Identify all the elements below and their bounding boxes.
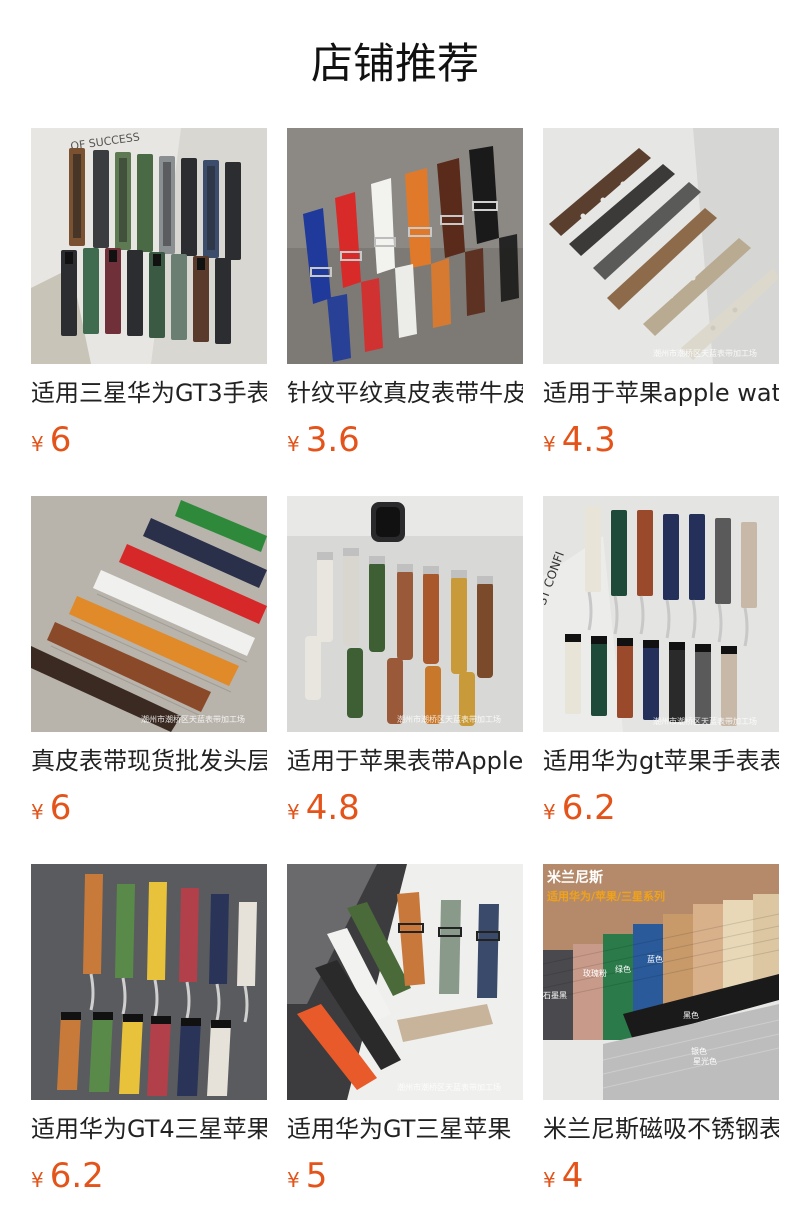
product-card[interactable]: 针纹平纹真皮表带牛皮 ¥3.6 [287, 128, 523, 464]
product-price: ¥5 [287, 1156, 523, 1196]
product-price: ¥3.6 [287, 420, 523, 460]
mesh-label: 银色 [691, 1046, 707, 1056]
product-price: ¥6.2 [31, 1156, 267, 1196]
watermark-text: 潮州市潮桥区天蓝表带加工场 [397, 714, 501, 724]
product-image[interactable] [287, 128, 523, 364]
watermark-text: 潮州市潮桥区天蓝表带加工场 [141, 714, 245, 724]
product-price: ¥6 [31, 420, 267, 460]
product-price: ¥6 [31, 788, 267, 828]
product-image[interactable]: OF SUCCESS [31, 128, 267, 364]
product-image[interactable]: 潮州市潮桥区天蓝表带加工场 [287, 864, 523, 1100]
product-title[interactable]: 米兰尼斯磁吸不锈钢表带 [543, 1114, 779, 1144]
product-grid: OF SUCCESS 适用三星华为GT3手表 ¥ 6 针纹平纹真皮表带牛皮 ¥ … [31, 128, 790, 1200]
price-amount: 4 [561, 1156, 584, 1196]
product-title[interactable]: 针纹平纹真皮表带牛皮 [287, 378, 523, 408]
product-image[interactable]: ST CONFI 潮州市潮桥区天蓝表带加工场 [543, 496, 779, 732]
product-card[interactable]: 潮州市潮桥区天蓝表带加工场 适用于苹果表带Apple ¥4.8 [287, 496, 523, 832]
price-amount: 4.8 [305, 788, 360, 828]
product-card[interactable]: OF SUCCESS 适用三星华为GT3手表 ¥ 6 [31, 128, 267, 464]
product-title[interactable]: 适用华为GT4三星苹果 [31, 1114, 267, 1144]
mesh-label: 绿色 [615, 964, 631, 974]
mesh-label: 蓝色 [647, 954, 663, 964]
product-image[interactable]: 潮州市潮桥区天蓝表带加工场 [543, 128, 779, 364]
currency-symbol: ¥ [543, 1168, 556, 1192]
watermark-text: 潮州市潮桥区天蓝表带加工场 [653, 348, 757, 358]
currency-symbol: ¥ [31, 432, 44, 456]
currency-symbol: ¥ [287, 800, 300, 824]
product-title[interactable]: 适用华为GT三星苹果 [287, 1114, 523, 1144]
product-card[interactable]: 潮州市潮桥区天蓝表带加工场 真皮表带现货批发头层 ¥6 [31, 496, 267, 832]
price-amount: 6 [49, 788, 72, 828]
price-amount: 6.2 [49, 1156, 104, 1196]
product-image[interactable]: 潮州市潮桥区天蓝表带加工场 [287, 496, 523, 732]
mesh-label: 黑色 [683, 1010, 699, 1020]
product-title[interactable]: 适用于苹果apple watch [543, 378, 779, 408]
product-price: ¥4.8 [287, 788, 523, 828]
page-title: 店铺推荐 [310, 39, 479, 88]
currency-symbol: ¥ [543, 800, 556, 824]
product-image[interactable] [31, 864, 267, 1100]
price-amount: 6 [49, 420, 72, 460]
product-card[interactable]: ST CONFI 潮州市潮桥区天蓝表带加工场 适用华为gt苹果手表表 ¥ 6.2 [543, 496, 779, 832]
mesh-label: 石墨黑 [543, 991, 567, 1000]
product-price: ¥6.2 [543, 788, 779, 828]
mesh-label: 玫瑰粉 [583, 968, 607, 978]
currency-symbol: ¥ [543, 432, 556, 456]
product-title[interactable]: 真皮表带现货批发头层 [31, 746, 267, 776]
overlay-title: 米兰尼斯 [547, 869, 603, 886]
product-title[interactable]: 适用三星华为GT3手表 [31, 378, 267, 408]
product-card[interactable]: 潮州市潮桥区天蓝表带加工场 适用于苹果apple watch ¥4.3 [543, 128, 779, 464]
watermark-text: 潮州市潮桥区天蓝表带加工场 [653, 716, 757, 726]
product-title[interactable]: 适用于苹果表带Apple [287, 746, 523, 776]
product-title[interactable]: 适用华为gt苹果手表表带 [543, 746, 779, 776]
product-card[interactable]: 潮州市潮桥区天蓝表带加工场 适用华为GT三星苹果 ¥5 [287, 864, 523, 1200]
price-amount: 4.3 [561, 420, 616, 460]
watermark-text: 潮州市潮桥区天蓝表带加工场 [397, 1082, 501, 1092]
currency-symbol: ¥ [31, 800, 44, 824]
overlay-subtitle: 适用华为/苹果/三星系列 [547, 889, 665, 903]
price-amount: 6.2 [561, 788, 616, 828]
product-image[interactable]: 米兰尼斯 适用华为/苹果/三星系列 石墨黑 玫瑰粉 绿色 蓝色 黑色 银色 星光… [543, 864, 779, 1100]
currency-symbol: ¥ [31, 1168, 44, 1192]
price-amount: 5 [305, 1156, 328, 1196]
price-amount: 3.6 [305, 420, 360, 460]
currency-symbol: ¥ [287, 432, 300, 456]
product-price: ¥4.3 [543, 420, 779, 460]
product-image[interactable]: 潮州市潮桥区天蓝表带加工场 [31, 496, 267, 732]
product-price: ¥4 [543, 1156, 779, 1196]
product-card[interactable]: 适用华为GT4三星苹果 ¥6.2 [31, 864, 267, 1200]
product-card[interactable]: 米兰尼斯 适用华为/苹果/三星系列 石墨黑 玫瑰粉 绿色 蓝色 黑色 银色 星光… [543, 864, 779, 1200]
currency-symbol: ¥ [287, 1168, 300, 1192]
mesh-label: 星光色 [693, 1056, 717, 1066]
